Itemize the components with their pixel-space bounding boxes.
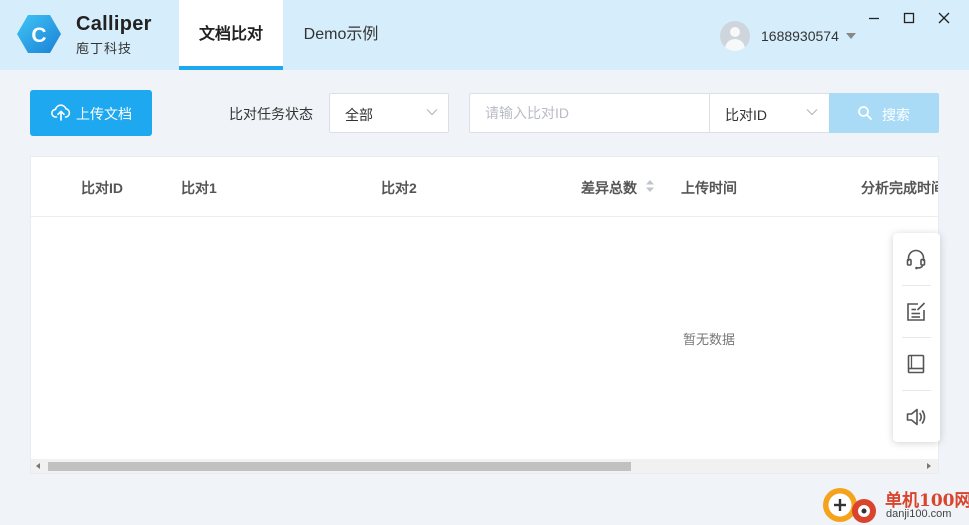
table-header-divider bbox=[31, 216, 938, 217]
cloud-upload-icon bbox=[51, 104, 71, 121]
column-header-compare1: 比对1 bbox=[181, 180, 217, 196]
tab-document-compare[interactable]: 文档比对 bbox=[179, 0, 283, 70]
avatar[interactable] bbox=[720, 21, 750, 51]
empty-state-text: 暂无数据 bbox=[683, 332, 736, 347]
chevron-down-icon bbox=[806, 109, 818, 116]
column-header-compare2: 比对2 bbox=[381, 180, 417, 196]
manual-button[interactable] bbox=[893, 338, 940, 390]
edit-note-icon bbox=[907, 302, 926, 321]
user-menu-caret-icon[interactable] bbox=[846, 33, 856, 39]
compare-id-search-input[interactable] bbox=[469, 93, 710, 133]
minimize-icon[interactable] bbox=[864, 8, 884, 28]
compare-task-table: 比对ID 比对1 比对2 差异总数 上传时间 分析完成时间 暂无数据 bbox=[30, 156, 939, 474]
chevron-down-icon bbox=[426, 109, 438, 116]
maximize-icon[interactable] bbox=[899, 8, 919, 28]
app-subtitle: 庖丁科技 bbox=[76, 41, 133, 56]
announcement-button[interactable] bbox=[893, 391, 940, 443]
calliper-logo-icon: C bbox=[17, 15, 61, 53]
close-icon[interactable] bbox=[934, 8, 954, 28]
sort-icon[interactable] bbox=[645, 179, 655, 193]
column-header-diff-total[interactable]: 差异总数 bbox=[581, 178, 637, 198]
speaker-icon bbox=[906, 408, 926, 426]
watermark-url: danji100.com bbox=[886, 508, 952, 520]
app-name: Calliper bbox=[76, 13, 152, 35]
customer-service-button[interactable] bbox=[893, 233, 940, 285]
upload-document-button[interactable]: 上传文档 bbox=[30, 90, 152, 136]
floating-tool-panel bbox=[893, 233, 940, 442]
column-header-upload-time: 上传时间 bbox=[681, 180, 737, 196]
column-header-analysis-done-time: 分析完成时间 bbox=[861, 180, 939, 196]
search-button[interactable]: 搜索 bbox=[829, 93, 939, 133]
horizontal-scrollbar[interactable] bbox=[31, 459, 938, 473]
feedback-button[interactable] bbox=[893, 286, 940, 338]
scrollbar-thumb[interactable] bbox=[48, 462, 631, 471]
headset-icon bbox=[906, 249, 926, 270]
search-label: 搜索 bbox=[882, 107, 910, 123]
title-bar: C Calliper 庖丁科技 文档比对 Demo示例 1688930574 bbox=[0, 0, 969, 70]
upload-document-label: 上传文档 bbox=[76, 106, 132, 122]
scroll-left-icon[interactable] bbox=[36, 463, 40, 469]
book-icon bbox=[907, 354, 925, 374]
tab-demo[interactable]: Demo示例 bbox=[296, 0, 386, 70]
svg-text:C: C bbox=[31, 24, 46, 47]
scroll-right-icon[interactable] bbox=[927, 463, 931, 469]
user-id[interactable]: 1688930574 bbox=[761, 28, 839, 44]
task-status-value: 全部 bbox=[345, 107, 373, 123]
search-type-value: 比对ID bbox=[725, 107, 767, 123]
task-status-label: 比对任务状态 bbox=[229, 106, 313, 122]
search-icon bbox=[858, 106, 872, 120]
task-status-select[interactable]: 全部 bbox=[329, 93, 449, 133]
column-header-compare-id: 比对ID bbox=[81, 180, 123, 196]
search-type-select[interactable]: 比对ID bbox=[709, 93, 830, 133]
watermark-logo bbox=[823, 488, 876, 523]
